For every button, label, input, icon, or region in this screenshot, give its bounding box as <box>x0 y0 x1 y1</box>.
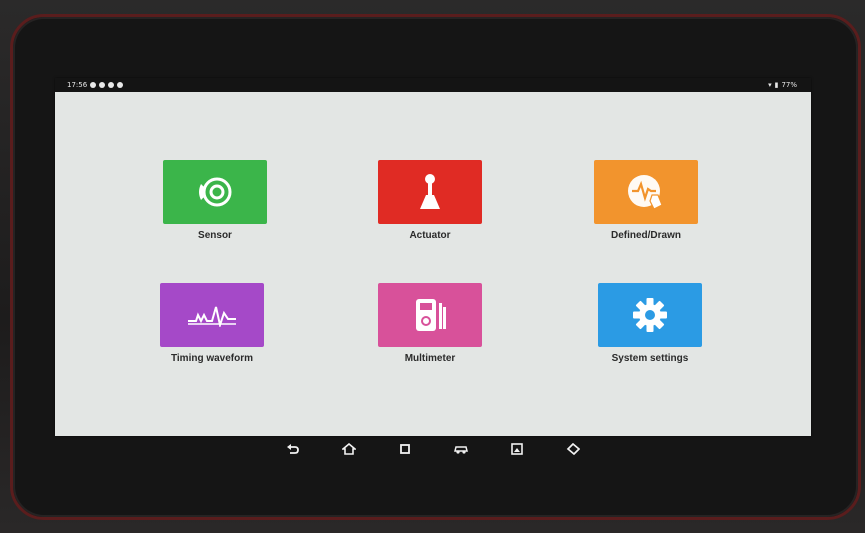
tile-label: Timing waveform <box>170 353 254 364</box>
actuator-tile-box[interactable] <box>378 160 482 224</box>
sensor-icon <box>199 177 232 207</box>
defined-drawn-icon <box>628 175 663 210</box>
system-settings-tile-box[interactable] <box>598 283 702 347</box>
multimeter-icon <box>416 299 446 331</box>
battery-icon: ▮ <box>774 81 779 89</box>
notification-icon <box>90 82 97 88</box>
tile-label: Multimeter <box>404 353 456 364</box>
tile-sensor[interactable]: Sensor <box>150 160 280 280</box>
status-bar: 17:56 ▾ ▮ 77% <box>55 78 811 92</box>
sensor-tile-box[interactable] <box>163 160 267 224</box>
gear-icon <box>633 298 667 332</box>
status-left: 17:56 <box>67 78 124 92</box>
tile-label: System settings <box>611 353 689 364</box>
tile-label: Defined/Drawn <box>610 230 681 241</box>
notification-icon <box>99 82 106 88</box>
screen: 17:56 ▾ ▮ 77% Sensor Actuator Defined/Dr… <box>55 78 811 436</box>
back-icon[interactable] <box>285 441 301 457</box>
tile-timing-waveform[interactable]: Timing waveform <box>147 283 277 403</box>
clock: 17:56 <box>67 81 88 89</box>
notification-icon <box>108 82 115 88</box>
eraser-icon[interactable] <box>565 441 581 457</box>
recents-icon[interactable] <box>397 441 413 457</box>
home-icon[interactable] <box>341 441 357 457</box>
timing-waveform-tile-box[interactable] <box>160 283 264 347</box>
navigation-bar <box>55 436 811 462</box>
tile-label: Sensor <box>198 230 232 241</box>
tile-system-settings[interactable]: System settings <box>585 283 715 403</box>
actuator-icon <box>420 174 440 209</box>
waveform-icon <box>188 306 236 327</box>
screenshot-icon[interactable] <box>509 441 525 457</box>
car-icon[interactable] <box>453 441 469 457</box>
notification-icon <box>117 82 124 88</box>
wifi-icon: ▾ <box>768 81 772 89</box>
tile-defined-drawn[interactable]: Defined/Drawn <box>581 160 711 280</box>
multimeter-tile-box[interactable] <box>378 283 482 347</box>
tile-multimeter[interactable]: Multimeter <box>365 283 495 403</box>
defined-drawn-tile-box[interactable] <box>594 160 698 224</box>
tile-actuator[interactable]: Actuator <box>365 160 495 280</box>
battery-percent: 77% <box>781 81 797 89</box>
app-grid: Sensor Actuator Defined/Drawn Timing wav… <box>55 92 811 436</box>
tile-label: Actuator <box>409 230 451 241</box>
status-right: ▾ ▮ 77% <box>768 78 797 92</box>
